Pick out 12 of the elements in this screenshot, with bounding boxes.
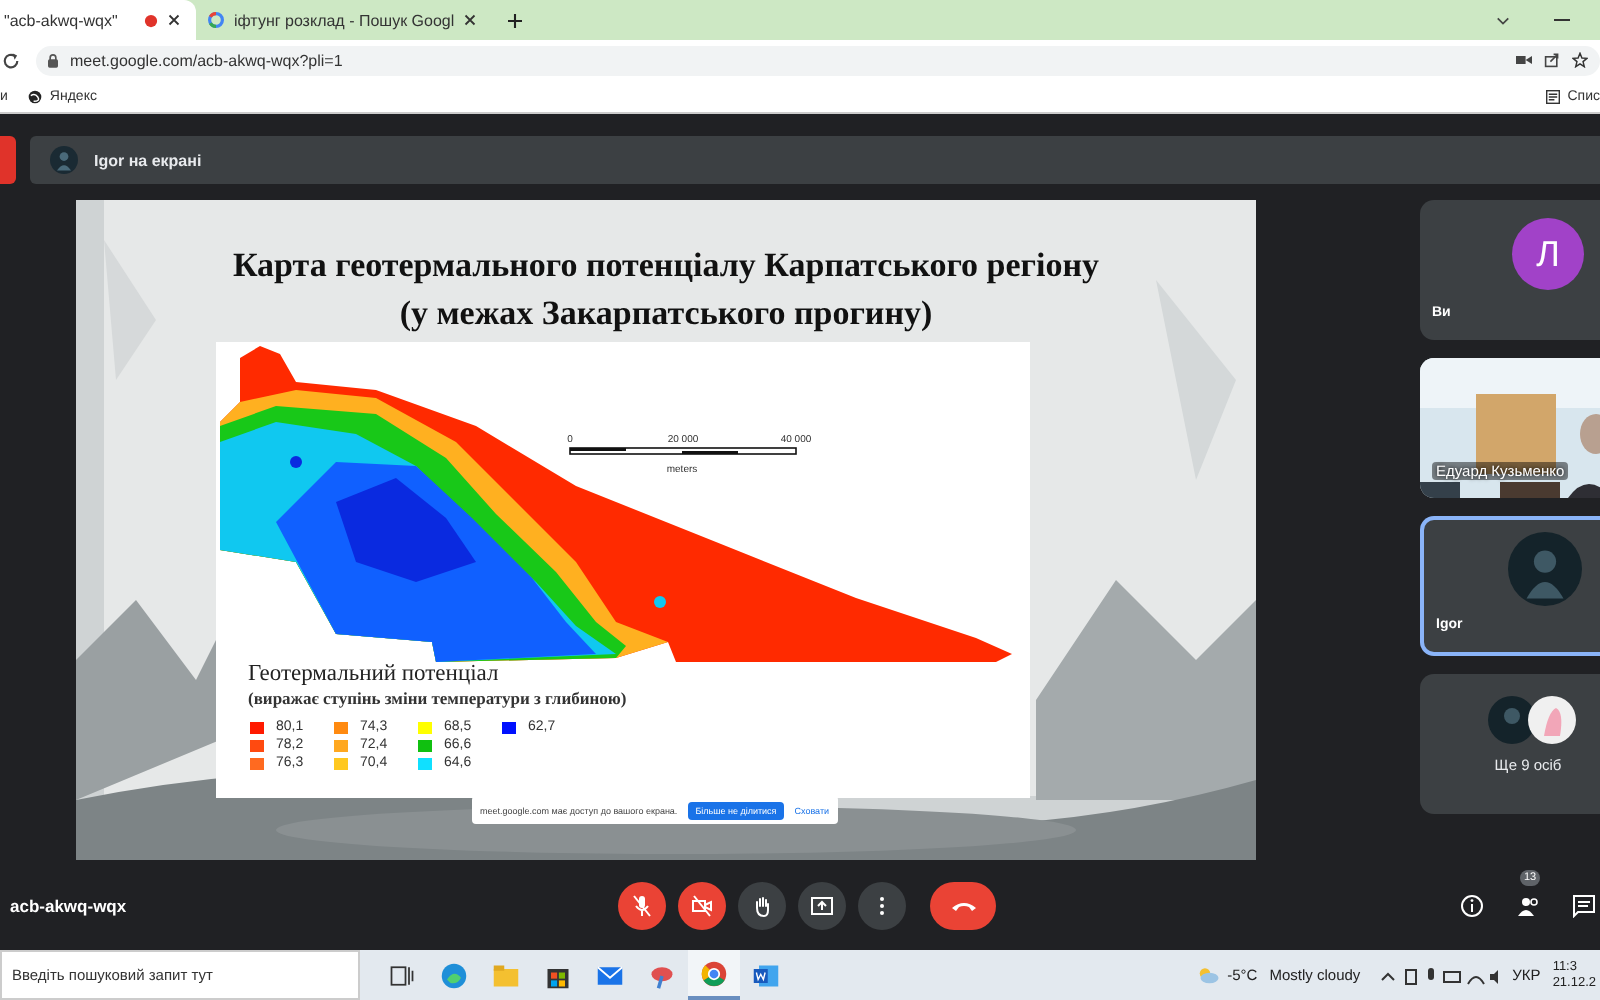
browser-tab[interactable]: "acb-akwq-wqx" bbox=[0, 0, 196, 40]
slide-title: Карта геотермального потенціалу Карпатського регіону (у межах Закарпатського прогину) bbox=[230, 244, 1102, 336]
legend-subtitle: (виражає ступінь зміни температури з глибиною) bbox=[248, 688, 629, 710]
url-text: meet.google.com/acb-akwq-wqx?pli=1 bbox=[70, 51, 343, 69]
tab-title: "acb-akwq-wqx" bbox=[4, 11, 120, 29]
browser-tab[interactable]: іфтунг розклад - Пошук Googl bbox=[196, 0, 492, 40]
address-bar[interactable]: meet.google.com/acb-akwq-wqx?pli=1 bbox=[36, 45, 1600, 75]
tab-title: іфтунг розклад - Пошук Googl bbox=[234, 11, 454, 29]
legend-title: Геотермальний потенціал bbox=[248, 662, 501, 688]
meeting-code: acb-akwq-wqx bbox=[10, 895, 129, 915]
avatar: Л bbox=[1512, 218, 1584, 290]
presenter-name: Igor на екрані bbox=[94, 151, 202, 169]
